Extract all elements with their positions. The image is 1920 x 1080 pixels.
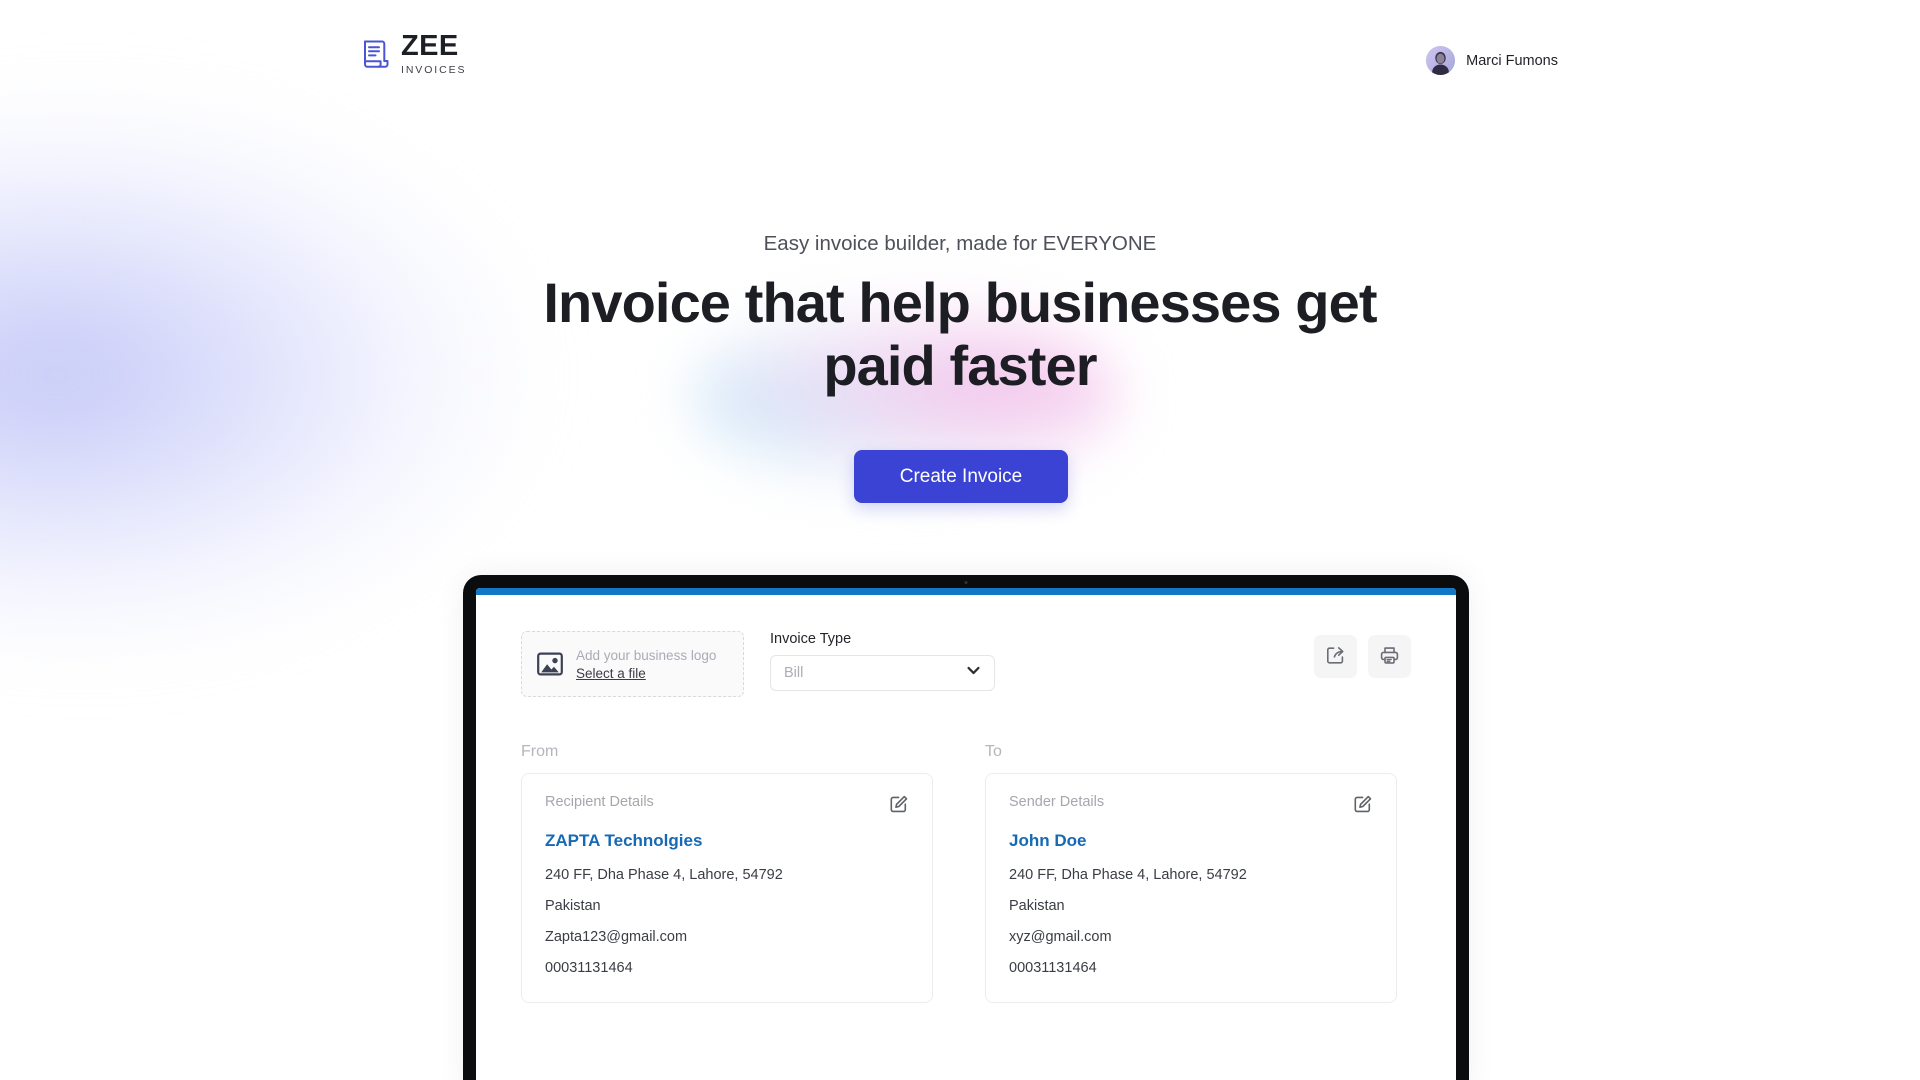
hero-eyebrow: Easy invoice builder, made for EVERYONE (763, 232, 1157, 255)
sender-name: John Doe (1009, 831, 1087, 850)
from-heading: From (521, 743, 559, 760)
hero-title-line-2: paid faster (823, 333, 1097, 397)
device-camera-dot (964, 581, 968, 584)
print-button[interactable] (1368, 635, 1411, 678)
recipient-card-header: Recipient Details (545, 794, 909, 815)
user-menu[interactable]: Marci Fumons (1426, 46, 1558, 75)
avatar (1426, 46, 1456, 75)
edit-pencil-icon (1352, 795, 1373, 818)
app-screen: Add your business logo Select a file Inv… (476, 588, 1456, 1080)
select-file-link[interactable]: Select a file (576, 666, 716, 681)
sender-address: 240 FF, Dha Phase 4, Lahore, 54792 (1009, 867, 1247, 883)
sender-phone: 00031131464 (1009, 960, 1097, 976)
brand-name: ZEE (401, 30, 459, 62)
invoice-type-label: Invoice Type (770, 631, 852, 647)
to-heading: To (985, 743, 1002, 760)
edit-sender-button[interactable] (1352, 794, 1373, 815)
brand-subtitle: INVOICES (401, 64, 467, 76)
recipient-details-card: Recipient Details ZAPTA Technolgies 240 … (521, 773, 933, 1003)
invoice-type-value: Bill (784, 665, 804, 681)
logo-upload-dropzone[interactable]: Add your business logo Select a file (521, 631, 744, 697)
recipient-country: Pakistan (545, 898, 601, 914)
share-export-icon (1325, 645, 1346, 669)
invoice-parties: From Recipient Details ZAPTA Technolgies… (521, 743, 1411, 1003)
logo-upload-hint: Add your business logo (576, 647, 717, 663)
app-toolbar-row: Add your business logo Select a file Inv… (521, 631, 1411, 697)
recipient-details-label: Recipient Details (545, 794, 654, 810)
device-mockup: Add your business logo Select a file Inv… (463, 575, 1469, 1080)
from-column: From Recipient Details ZAPTA Technolgies… (521, 743, 933, 1003)
recipient-address: 240 FF, Dha Phase 4, Lahore, 54792 (545, 867, 783, 883)
to-column: To Sender Details John Doe 240 FF, Dha P… (985, 743, 1397, 1003)
sender-details-label: Sender Details (1009, 794, 1105, 810)
chevron-down-icon (965, 662, 982, 684)
share-button[interactable] (1314, 635, 1357, 678)
page-title: Invoice that help businesses get paid fa… (0, 271, 1920, 397)
image-placeholder-icon (536, 650, 564, 678)
printer-icon (1379, 645, 1400, 669)
sender-email: xyz@gmail.com (1009, 929, 1112, 945)
user-name: Marci Fumons (1466, 52, 1558, 69)
recipient-email: Zapta123@gmail.com (545, 929, 688, 945)
recipient-name: ZAPTA Technolgies (545, 831, 703, 850)
invoice-type-field: Invoice Type Bill (770, 631, 995, 691)
brand-logo[interactable]: ZEE INVOICES (358, 32, 466, 76)
sender-country: Pakistan (1009, 898, 1065, 914)
edit-pencil-icon (888, 795, 909, 818)
edit-recipient-button[interactable] (888, 794, 909, 815)
site-header: ZEE INVOICES Marci Fumons (0, 0, 1920, 96)
app-action-buttons (1314, 631, 1411, 678)
recipient-phone: 00031131464 (545, 960, 633, 976)
app-body: Add your business logo Select a file Inv… (476, 595, 1456, 1003)
hero-title-line-1: Invoice that help businesses get (543, 271, 1377, 334)
invoice-type-select[interactable]: Bill (770, 655, 995, 691)
scroll-document-icon (358, 37, 392, 71)
app-accent-bar (476, 588, 1456, 595)
create-invoice-button[interactable]: Create Invoice (854, 450, 1068, 503)
sender-details-card: Sender Details John Doe 240 FF, Dha Phas… (985, 773, 1397, 1003)
sender-card-header: Sender Details (1009, 794, 1373, 815)
